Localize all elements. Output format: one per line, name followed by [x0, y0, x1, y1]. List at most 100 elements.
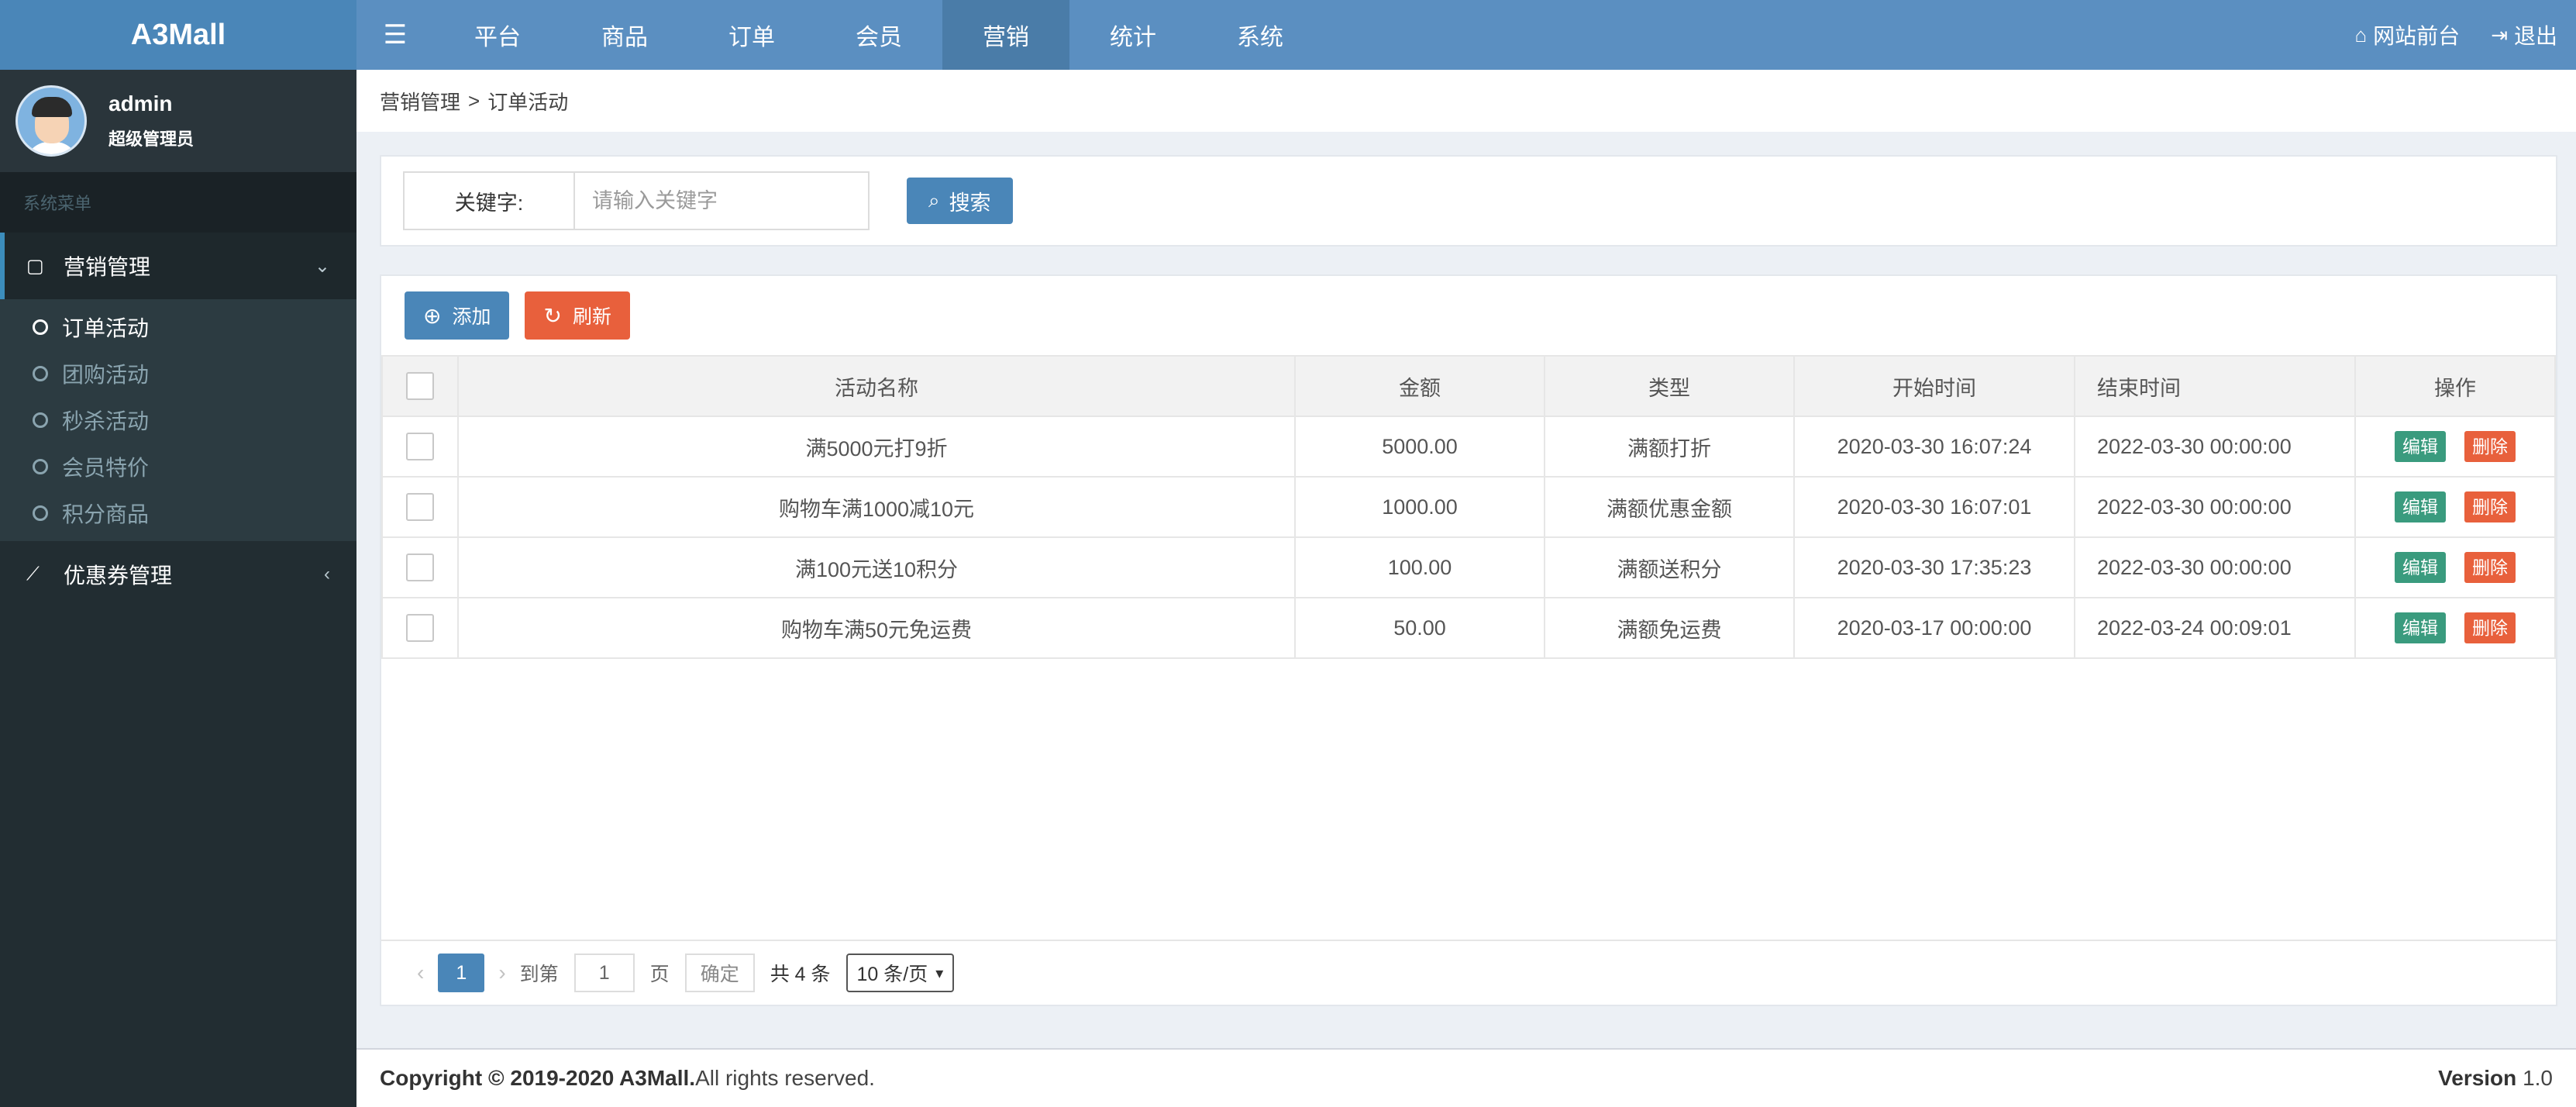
cell-activity-name: 购物车满50元免运费: [457, 597, 1296, 659]
row-checkbox[interactable]: [406, 554, 434, 581]
cell-start-time: 2020-03-17 00:00:00: [1793, 597, 2075, 659]
row-select-cell: [381, 416, 459, 478]
user-role: 超级管理员: [108, 129, 195, 149]
cell-activity-name: 购物车满1000减10元: [457, 476, 1296, 538]
menu-icon[interactable]: ☰: [356, 0, 434, 70]
cell-actions: 编辑 删除: [2354, 536, 2556, 598]
refresh-button[interactable]: ↻ 刷新: [525, 291, 630, 340]
copyright-bold: Copyright © 2019-2020 A3Mall.: [380, 1066, 696, 1090]
cell-actions: 编辑 删除: [2354, 416, 2556, 478]
table-row: 购物车满1000减10元 1000.00 满额优惠金额 2020-03-30 16:0…: [381, 476, 2556, 538]
version: Version 1.0: [2438, 1066, 2553, 1091]
page-size-select[interactable]: 10 条/页 ▾: [845, 954, 955, 992]
circle-icon: [33, 505, 48, 521]
row-select-cell: [381, 597, 459, 659]
cell-type: 满额打折: [1544, 416, 1795, 478]
sidebar-item[interactable]: 团购活动: [0, 350, 356, 397]
caret-down-icon: ▾: [935, 964, 944, 982]
sidebar-group-label: 营销管理: [64, 255, 151, 279]
edit-button[interactable]: 编辑: [2395, 431, 2446, 462]
top-nav-item[interactable]: 商品: [561, 0, 688, 70]
site-front-link[interactable]: ⌂ 网站前台: [2354, 19, 2460, 50]
row-select-cell: [381, 536, 459, 598]
avatar: [15, 85, 87, 157]
table-row: 满100元送10积分 100.00 满额送积分 2020-03-30 17:35:23…: [381, 536, 2556, 598]
top-nav-item[interactable]: 统计: [1069, 0, 1197, 70]
edit-button[interactable]: 编辑: [2395, 552, 2446, 583]
sidebar-group-marketing[interactable]: ▢ 营销管理 ⌄: [0, 233, 356, 299]
cell-type: 满额优惠金额: [1544, 476, 1795, 538]
top-navbar: ☰ 平台 商品 订单 会员 营销 统计 系统 ⌂ 网站前台 ⇥ 退出: [356, 0, 2576, 70]
cell-activity-name: 满100元送10积分: [457, 536, 1296, 598]
top-nav-item[interactable]: 平台: [434, 0, 561, 70]
goto-prefix: 到第: [519, 964, 559, 985]
site-front-label: 网站前台: [2373, 24, 2461, 48]
cell-start-time: 2020-03-30 17:35:23: [1793, 536, 2075, 598]
edit-button[interactable]: 编辑: [2395, 612, 2446, 643]
cell-end-time: 2022-03-24 00:09:01: [2074, 597, 2356, 659]
sidebar-group-coupons[interactable]: ⟋ 优惠券管理 ‹: [0, 541, 356, 608]
user-panel: admin 超级管理员: [0, 70, 356, 172]
version-value: 1.0: [2523, 1066, 2553, 1090]
top-nav-item[interactable]: 会员: [815, 0, 942, 70]
goto-confirm-button[interactable]: 确定: [684, 954, 755, 992]
cell-activity-name: 满5000元打9折: [457, 416, 1296, 478]
delete-button[interactable]: 删除: [2464, 612, 2516, 643]
page-footer: Copyright © 2019-2020 A3Mall. All rights…: [356, 1048, 2576, 1107]
search-button[interactable]: ⌕ 搜索: [907, 178, 1013, 224]
sidebar-item[interactable]: 订单活动: [0, 304, 356, 350]
sidebar-item-label: 订单活动: [62, 316, 150, 340]
row-checkbox[interactable]: [406, 614, 434, 642]
delete-button[interactable]: 删除: [2464, 431, 2516, 462]
top-right-links: ⌂ 网站前台 ⇥ 退出: [2323, 0, 2576, 70]
sidebar-group-label: 优惠券管理: [64, 564, 173, 588]
sidebar: admin 超级管理员 系统菜单 ▢ 营销管理 ⌄ 订单活动团购活动秒杀活动 会员…: [0, 70, 356, 1107]
next-page-icon[interactable]: ›: [498, 960, 505, 985]
breadcrumb-parent[interactable]: 营销管理: [380, 87, 460, 116]
sidebar-item[interactable]: 积分商品: [0, 490, 356, 536]
logout-link[interactable]: ⇥ 退出: [2491, 19, 2557, 50]
page-size-value: 10 条/页: [856, 964, 928, 985]
row-checkbox[interactable]: [406, 433, 434, 460]
cell-amount: 100.00: [1294, 536, 1545, 598]
select-all-checkbox[interactable]: [406, 372, 434, 400]
delete-button[interactable]: 删除: [2464, 491, 2516, 522]
table-toolbar: ⊕ 添加 ↻ 刷新: [381, 276, 2556, 355]
cell-amount: 5000.00: [1294, 416, 1545, 478]
prev-page-icon[interactable]: ‹: [417, 960, 424, 985]
refresh-button-label: 刷新: [572, 306, 611, 328]
home-icon: ⌂: [2354, 22, 2368, 47]
cell-actions: 编辑 删除: [2354, 476, 2556, 538]
keyword-input[interactable]: [575, 171, 870, 230]
top-nav-item[interactable]: 系统: [1197, 0, 1324, 70]
sidebar-item-label: 积分商品: [62, 502, 150, 526]
circle-icon: [33, 412, 48, 428]
goto-page-input[interactable]: [573, 954, 635, 992]
top-nav: 平台 商品 订单 会员 营销 统计 系统: [434, 0, 1324, 70]
edit-button[interactable]: 编辑: [2395, 491, 2446, 522]
add-button[interactable]: ⊕ 添加: [405, 291, 510, 340]
delete-button[interactable]: 删除: [2464, 552, 2516, 583]
app-logo[interactable]: A3Mall: [0, 0, 356, 70]
sidebar-item[interactable]: 会员特价: [0, 443, 356, 490]
version-label: Version: [2438, 1066, 2517, 1090]
top-nav-item[interactable]: 营销: [942, 0, 1069, 70]
keyword-label: 关键字:: [403, 171, 575, 230]
search-button-label: 搜索: [949, 191, 991, 215]
sidebar-item[interactable]: 秒杀活动: [0, 397, 356, 443]
select-all-cell: [381, 355, 459, 417]
add-button-label: 添加: [452, 306, 491, 328]
row-checkbox[interactable]: [406, 493, 434, 521]
top-nav-item[interactable]: 订单: [688, 0, 815, 70]
line-chart-icon: ⟋: [26, 564, 40, 585]
header-actions: 操作: [2354, 355, 2556, 417]
sidebar-item-label: 团购活动: [62, 363, 150, 387]
plus-circle-icon: ⊕: [423, 303, 442, 328]
row-select-cell: [381, 476, 459, 538]
cell-actions: 编辑 删除: [2354, 597, 2556, 659]
menu-header: 系统菜单: [0, 172, 356, 233]
note-icon: ▢: [26, 255, 44, 277]
page-number-current[interactable]: 1: [438, 954, 485, 992]
cell-end-time: 2022-03-30 00:00:00: [2074, 416, 2356, 478]
user-name: admin: [108, 91, 173, 116]
